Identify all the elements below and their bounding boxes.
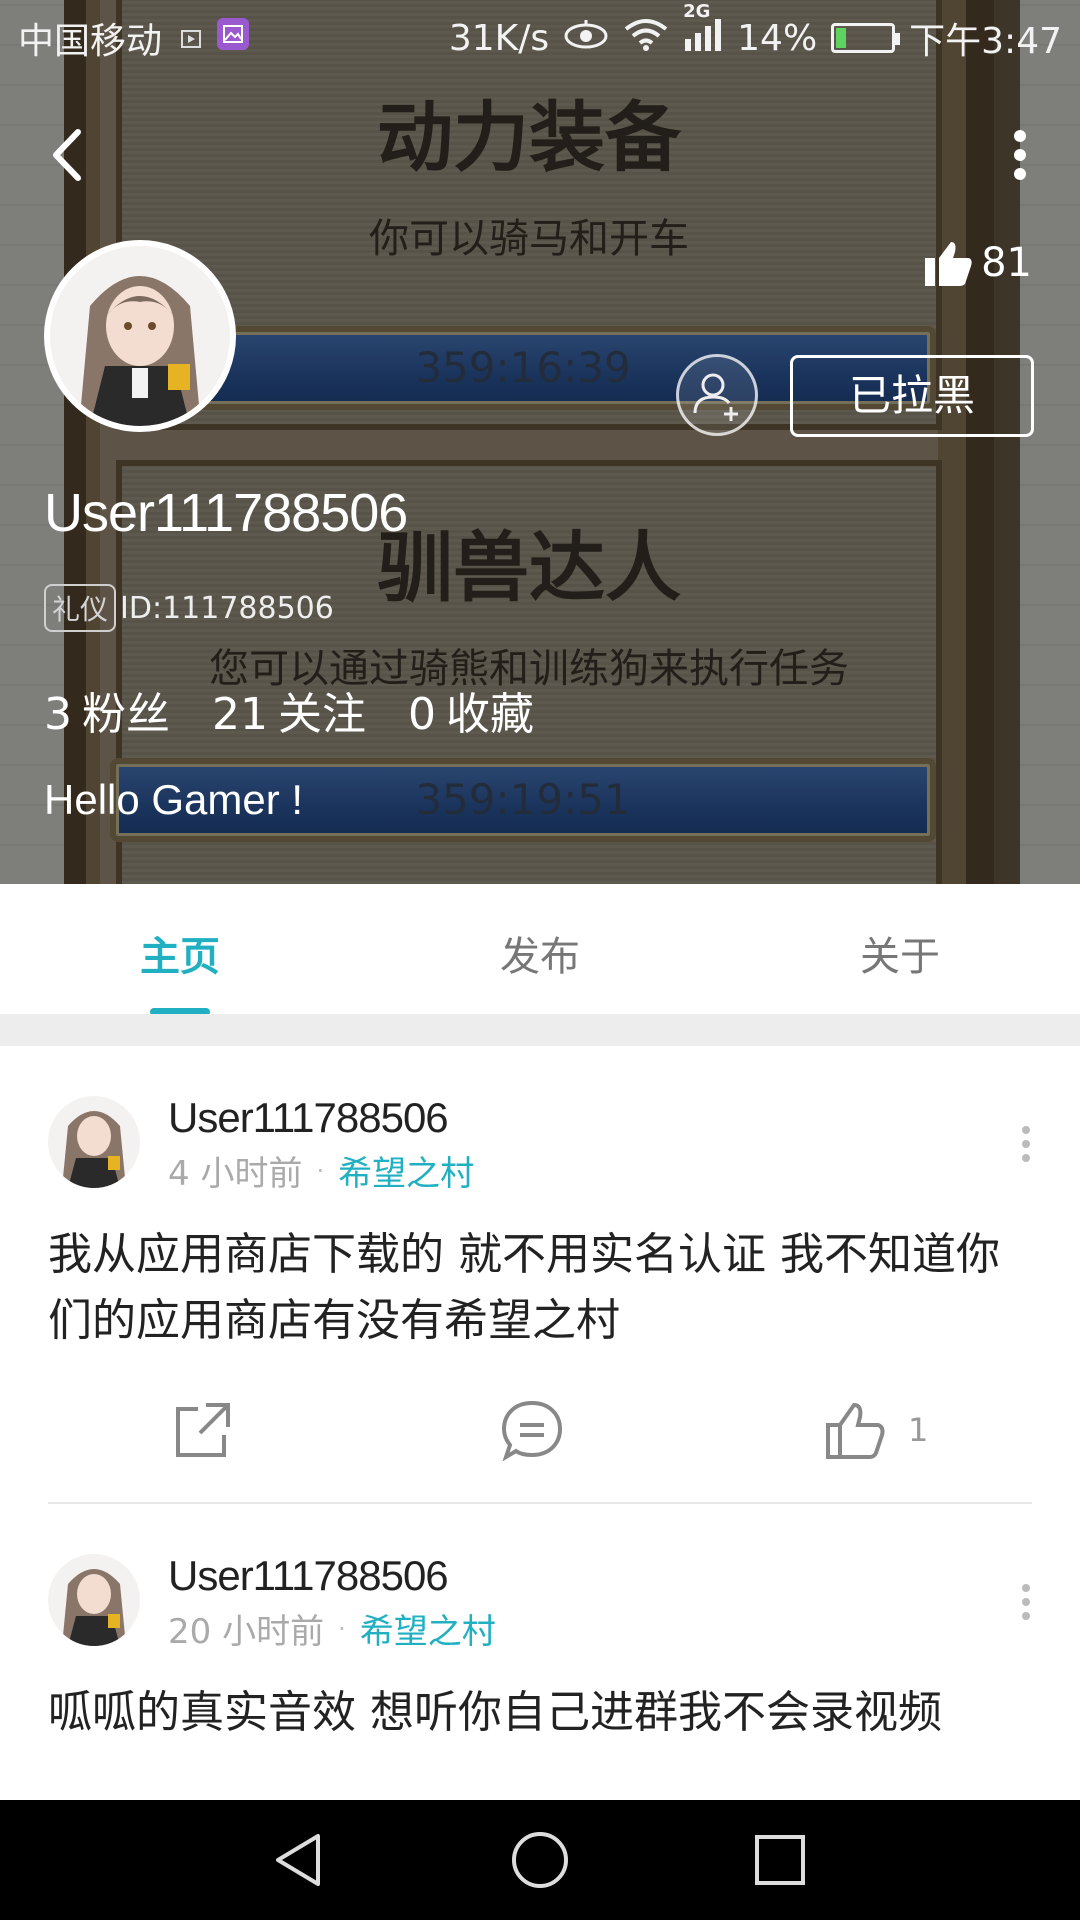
more-options-button[interactable] xyxy=(1000,120,1040,190)
thumbs-up-icon xyxy=(925,242,972,286)
tab-home[interactable]: 主页 xyxy=(0,884,360,1016)
profile-bio: Hello Gamer ! xyxy=(44,776,304,823)
follow-button[interactable] xyxy=(676,354,758,436)
profile-id: ID:111788506 xyxy=(120,590,334,626)
post-author-avatar[interactable] xyxy=(48,1554,140,1646)
comment-icon xyxy=(501,1400,563,1461)
more-vertical-icon xyxy=(1022,1126,1030,1162)
post-content: 我从应用商店下载的 就不用实名认证 我不知道你们的应用商店有没有希望之村 xyxy=(48,1229,1000,1346)
add-user-icon xyxy=(693,373,738,421)
gallery-icon xyxy=(216,17,250,60)
nav-home-button[interactable] xyxy=(510,1830,570,1890)
share-button[interactable] xyxy=(172,1390,234,1470)
avatar-illustration-icon xyxy=(48,1096,140,1188)
profile-tabs: 主页 发布 关于 xyxy=(0,884,1080,1016)
stat-number: 3 xyxy=(44,689,72,740)
post-actions: 1 xyxy=(0,1390,1080,1470)
post-meta: 4 小时前 · 希望之村 xyxy=(168,1146,474,1195)
post-more-button[interactable] xyxy=(1018,1582,1034,1622)
blocked-button[interactable]: 已拉黑 xyxy=(790,355,1034,437)
battery-percent: 14% xyxy=(737,17,818,59)
circle-home-icon xyxy=(512,1832,568,1888)
comment-button[interactable] xyxy=(500,1390,564,1470)
stat-label: 收藏 xyxy=(446,689,534,740)
section-separator xyxy=(0,1014,1080,1046)
eye-comfort-icon xyxy=(563,18,609,59)
meta-separator-dot: · xyxy=(338,1614,346,1643)
share-icon xyxy=(176,1403,230,1457)
system-navigation-bar xyxy=(0,1800,1080,1920)
post-time: 20 小时前 xyxy=(168,1612,325,1652)
stat-followers[interactable]: 3 粉丝 xyxy=(44,678,170,742)
stat-label: 关注 xyxy=(278,689,366,740)
tab-label: 发布 xyxy=(500,934,580,980)
battery-icon xyxy=(831,23,901,53)
more-vertical-icon xyxy=(1022,1584,1030,1620)
clock-time: 下午3:47 xyxy=(909,21,1062,62)
network-speed: 31K/s xyxy=(448,17,550,59)
stat-favorites[interactable]: 0 收藏 xyxy=(408,678,534,742)
likes-count: 81 xyxy=(981,240,1032,286)
more-vertical-icon xyxy=(1014,130,1026,180)
tab-about[interactable]: 关于 xyxy=(720,884,1080,1014)
header-dim-overlay xyxy=(0,0,1080,884)
profile-likes[interactable]: 81 xyxy=(923,238,1032,288)
stat-number: 0 xyxy=(408,689,436,740)
stat-label: 粉丝 xyxy=(82,689,170,740)
post-meta: 20 小时前 · 希望之村 xyxy=(168,1604,496,1653)
post-author-name[interactable]: User111788506 xyxy=(168,1552,449,1600)
like-button[interactable]: 1 xyxy=(824,1390,928,1470)
tab-posts[interactable]: 发布 xyxy=(360,884,720,1014)
like-count: 1 xyxy=(908,1411,929,1449)
post-item[interactable]: User111788506 20 小时前 · 希望之村 呱呱的真实音效 想听你自… xyxy=(0,1504,1080,1800)
network-type: 2G xyxy=(683,0,711,22)
tab-label: 主页 xyxy=(140,934,220,980)
avatar-illustration-icon xyxy=(48,1554,140,1646)
post-more-button[interactable] xyxy=(1018,1124,1034,1164)
notification-icon xyxy=(180,18,202,59)
post-author-avatar[interactable] xyxy=(48,1096,140,1188)
profile-header: 动力装备 你可以骑马和开车 驯兽达人 您可以通过骑熊和训练狗来执行任务 359:… xyxy=(0,0,1080,884)
stat-following[interactable]: 21 关注 xyxy=(212,678,366,742)
nav-recents-button[interactable] xyxy=(750,1830,810,1890)
square-recents-icon xyxy=(755,1835,805,1885)
back-button[interactable] xyxy=(40,120,100,190)
profile-stats: 3 粉丝 21 关注 0 收藏 xyxy=(44,678,576,742)
post-time: 4 小时前 xyxy=(168,1154,303,1194)
tab-label: 关于 xyxy=(860,934,940,980)
triangle-back-icon xyxy=(276,1834,320,1886)
signal-icon: 2G xyxy=(683,1,723,60)
post-topic-link[interactable]: 希望之村 xyxy=(338,1146,474,1195)
status-bar: 中国移动 31K/s 2G 14% 下午3:47 xyxy=(0,0,1080,76)
profile-username: User111788506 xyxy=(44,483,408,543)
meta-separator-dot: · xyxy=(316,1156,325,1185)
post-content: 呱呱的真实音效 想听你自己进群我不会录视频 xyxy=(48,1687,942,1738)
back-arrow-icon xyxy=(53,129,81,181)
avatar-illustration-icon xyxy=(50,246,230,426)
profile-avatar[interactable] xyxy=(44,240,236,432)
wifi-icon xyxy=(623,17,669,60)
thumbs-up-outline-icon xyxy=(826,1402,885,1459)
stat-number: 21 xyxy=(212,689,268,740)
profile-id-row: 礼仪 ID:111788506 xyxy=(44,584,334,632)
nav-back-button[interactable] xyxy=(270,1830,330,1890)
post-item[interactable]: User111788506 4 小时前 · 希望之村 我从应用商店下载的 就不用… xyxy=(0,1046,1080,1504)
carrier-name: 中国移动 xyxy=(18,21,163,62)
etiquette-badge: 礼仪 xyxy=(44,584,117,632)
post-topic-link[interactable]: 希望之村 xyxy=(360,1604,496,1653)
post-author-name[interactable]: User111788506 xyxy=(168,1094,449,1142)
